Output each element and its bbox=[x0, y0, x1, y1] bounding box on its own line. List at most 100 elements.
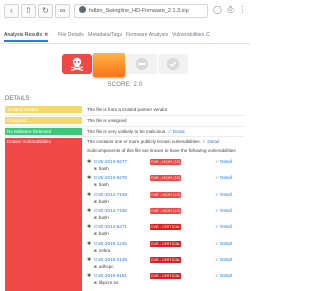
component-icon: ■ bbox=[94, 182, 97, 188]
severity-badge: CVE - HIGH (10) bbox=[150, 207, 181, 214]
cve-row: ✱ CVE-2014-6277 CVE - HIGH (10) ✓ Detail ■ ba… bbox=[87, 159, 245, 172]
cve-row: ✱ CVE-2014-7186 CVE - HIGH (10) ✓ Detail ■ ba… bbox=[87, 207, 245, 221]
component-icon: ■ bbox=[94, 214, 97, 220]
cve-id-link[interactable]: CVE-2014-7186 bbox=[94, 208, 127, 213]
share-icon[interactable]: ◯ bbox=[212, 4, 223, 16]
file-name-box[interactable]: hdbin_Swingline_HD-Firmware_2.1.3.zip bbox=[74, 4, 208, 18]
link-icon[interactable]: ∞ bbox=[55, 4, 70, 18]
tab-bar: Analysis Results ✖ File Details Metadata/… bbox=[0, 30, 250, 44]
cve-id-link[interactable]: CVE-2016-1245 bbox=[94, 241, 127, 246]
component-name: libpcre.so bbox=[98, 280, 119, 286]
cve-row: ✱ CVE-2014-6271 CVE - CRITICAL ✓ Detail ■ bas… bbox=[87, 224, 245, 237]
severity-badge: CVE - HIGH (10) bbox=[150, 191, 181, 198]
cve-row: ✱ CVE-2014-6278 CVE - HIGH (10) ✓ Detail ■ ba… bbox=[87, 175, 245, 188]
component-name: udhcpc bbox=[98, 263, 114, 269]
cve-id-link[interactable]: CVE-2014-6277 bbox=[94, 159, 127, 164]
score-bar bbox=[62, 53, 188, 77]
cve-component: ■ bash bbox=[94, 182, 109, 187]
cve-id-link[interactable]: CVE-2014-7169 bbox=[94, 192, 127, 197]
cve-detail-link[interactable]: ✓ Detail bbox=[215, 257, 232, 263]
severity-badge: CVE - CRITICAL bbox=[150, 256, 181, 263]
back-button[interactable]: ‹ bbox=[4, 4, 19, 18]
cve-row: ✱ CVE-2016-2148 CVE - CRITICAL ✓ Detail ■ udh… bbox=[87, 256, 245, 270]
component-name: bash bbox=[98, 231, 109, 237]
detail-label: Trusted Vendor bbox=[5, 106, 82, 113]
detail-label: No Malware Detected bbox=[5, 128, 82, 135]
cve-component: ■ bash bbox=[94, 199, 109, 204]
refresh-icon[interactable]: ↻ bbox=[38, 4, 53, 18]
severity-badge: CVE - CRITICAL bbox=[150, 224, 181, 231]
print-icon[interactable]: ⎙ bbox=[225, 4, 236, 16]
score-segment-malicious bbox=[62, 54, 92, 74]
cve-detail-link[interactable]: ✓ Detail bbox=[215, 159, 232, 165]
score-segment-safe bbox=[158, 54, 188, 74]
bug-icon: ✱ bbox=[87, 207, 92, 214]
upload-icon[interactable]: ⇧ bbox=[21, 4, 36, 18]
summary-detail-link[interactable]: ✓ Detail bbox=[202, 139, 219, 144]
score-label: SCORE: 2.0 bbox=[107, 82, 143, 88]
tab-metadata-tags[interactable]: Metadata/Tags bbox=[88, 32, 122, 38]
vulns-subtitle: Subcomponents of this file are known to … bbox=[87, 148, 236, 153]
cve-component: ■ bash bbox=[94, 166, 109, 171]
tab-analysis-results[interactable]: Analysis Results ✖ bbox=[4, 32, 49, 42]
cve-id-link[interactable]: CVE-2014-6271 bbox=[94, 224, 127, 229]
severity-badge: CVE - HIGH (10) bbox=[150, 159, 181, 165]
component-icon: ■ bbox=[94, 166, 97, 171]
safe-shield-icon bbox=[167, 58, 179, 70]
toolbar: ‹ ⇧ ↻ ∞ hdbin_Swingline_HD-Firmware_2.1.… bbox=[0, 0, 250, 24]
cve-row: ✱ CVE-2014-7169 CVE - HIGH (10) ✓ Detail ■ ba… bbox=[87, 191, 245, 205]
cve-detail-link[interactable]: ✓ Detail bbox=[215, 208, 232, 214]
component-icon: ■ bbox=[94, 263, 97, 269]
skull-icon bbox=[70, 57, 84, 71]
error-icon: ✖ bbox=[44, 32, 49, 38]
cve-detail-link[interactable]: ✓ Detail bbox=[215, 273, 232, 279]
bug-icon: ✱ bbox=[87, 256, 92, 263]
bug-icon: ✱ bbox=[87, 191, 92, 198]
more-icon[interactable]: ⋮ bbox=[237, 4, 248, 16]
cve-row: ✱ CVE-2016-1245 CVE - CRITICAL ✓ Detail ■ zeb… bbox=[87, 240, 245, 254]
cve-id-link[interactable]: CVE-2014-6278 bbox=[94, 175, 127, 180]
component-icon: ■ bbox=[94, 247, 97, 253]
component-name: bash bbox=[98, 214, 109, 220]
cve-component: ■ bash bbox=[94, 215, 109, 220]
detail-text: The file is very unlikely to be maliciou… bbox=[87, 129, 185, 134]
component-name: bash bbox=[98, 198, 109, 204]
severity-badge: CVE - CRITICAL bbox=[150, 273, 181, 280]
cve-component: ■ bash bbox=[94, 231, 109, 236]
detail-text: The file is from a trusted partner vendo… bbox=[87, 107, 168, 112]
divider bbox=[5, 136, 245, 137]
bug-icon: ✱ bbox=[87, 240, 92, 247]
cve-component: ■ libpcre.so bbox=[94, 280, 118, 285]
severity-badge: CVE - CRITICAL bbox=[150, 240, 181, 247]
loading-icon: C bbox=[206, 32, 210, 38]
cve-id-link[interactable]: CVE-2016-2148 bbox=[94, 257, 127, 262]
tab-vulnerabilities[interactable]: Vulnerabilities C bbox=[172, 32, 210, 38]
component-name: bash bbox=[98, 166, 109, 171]
details-title: DETAILS bbox=[5, 96, 30, 102]
cve-detail-link[interactable]: ✓ Detail bbox=[215, 192, 232, 198]
file-icon bbox=[79, 6, 86, 14]
component-icon: ■ bbox=[94, 231, 97, 237]
cve-detail-link[interactable]: ✓ Detail bbox=[215, 241, 232, 247]
component-name: bash bbox=[98, 182, 109, 188]
divider bbox=[5, 126, 245, 127]
component-icon: ■ bbox=[94, 198, 97, 204]
cve-id-link[interactable]: CVE-2016-9181 bbox=[94, 273, 127, 278]
tab-firmware-analysis[interactable]: Firmware Analysis bbox=[126, 32, 168, 38]
file-name: hdbin_Swingline_HD-Firmware_2.1.3.zip bbox=[89, 8, 189, 14]
tab-file-details[interactable]: File Details bbox=[58, 32, 84, 38]
component-icon: ■ bbox=[94, 280, 97, 286]
bug-icon: ✱ bbox=[87, 224, 92, 231]
caution-icon bbox=[136, 58, 148, 70]
cve-detail-link[interactable]: ✓ Detail bbox=[215, 175, 232, 181]
detail-link[interactable]: ✓ Detail bbox=[168, 129, 185, 134]
vulns-summary: The contains one or more publicly known … bbox=[87, 139, 220, 144]
score-segment-current bbox=[93, 53, 125, 77]
detail-label: Unsigned bbox=[5, 117, 82, 124]
detail-text: The file is unsigned bbox=[87, 118, 127, 123]
cve-detail-link[interactable]: ✓ Detail bbox=[215, 224, 232, 230]
bug-icon: ✱ bbox=[87, 159, 92, 165]
score-segment-caution bbox=[127, 54, 157, 74]
cve-component: ■ udhcpc bbox=[94, 264, 114, 269]
bug-icon: ✱ bbox=[87, 175, 92, 182]
